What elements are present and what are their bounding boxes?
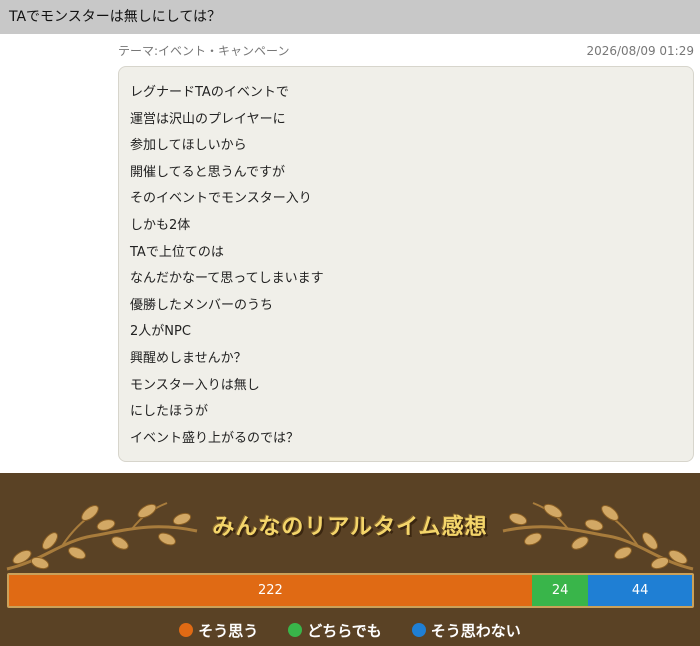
vote-bar-disagree: 44 — [588, 575, 692, 606]
post-line: しかも2体 — [130, 217, 191, 233]
vote-legend: そう思う どちらでも そう思わない — [0, 619, 700, 641]
vote-title: みんなのリアルタイム感想 — [212, 515, 488, 540]
vote-option-disagree[interactable]: そう思わない — [411, 619, 521, 641]
vote-panel: みんなのリアルタイム感想 222 24 44 そう思う どちらでも そう思わない — [0, 473, 700, 646]
post-body: レグナードTAのイベントで 運営は沢山のプレイヤーに 参加してほしいから 開催し… — [118, 66, 694, 462]
thread-title: TAでモンスターは無しにしては？ — [9, 9, 222, 25]
vote-count-disagree: 44 — [631, 583, 649, 598]
vote-result-bar: 222 24 44 — [7, 573, 694, 608]
thread-title-bar: TAでモンスターは無しにしては？ — [0, 0, 700, 34]
blue-dot-icon — [411, 623, 426, 637]
post-theme: テーマ:イベント・キャンペーン — [118, 44, 290, 58]
post-meta: テーマ:イベント・キャンペーン 2026/08/09 01:29 — [118, 42, 694, 60]
post-line: にしたほうが — [130, 404, 209, 420]
vote-option-neutral[interactable]: どちらでも — [288, 619, 382, 641]
post-line: 2人がNPC — [130, 324, 191, 340]
post-date: 2026/08/09 01:29 — [586, 44, 694, 58]
post-line: TAで上位てのは — [130, 244, 224, 260]
post-line: 開催してると思うんですが — [130, 164, 285, 180]
vote-option-label: そう思う — [198, 621, 259, 640]
post-line: 運営は沢山のプレイヤーに — [130, 111, 286, 127]
post-line: モンスター入りは無し — [130, 377, 260, 393]
post-line: なんだかなーて思ってしまいます — [130, 271, 324, 287]
vote-option-label: そう思わない — [430, 621, 521, 640]
post-line: レグナードTAのイベントで — [130, 85, 289, 100]
orange-dot-icon — [179, 623, 194, 637]
vote-option-agree[interactable]: そう思う — [179, 619, 258, 641]
post-line: そのイベントでモンスター入り — [130, 191, 312, 207]
green-dot-icon — [288, 623, 303, 637]
post-line: イベント盛り上がるのでは？ — [130, 430, 300, 446]
vote-count-agree: 222 — [258, 583, 283, 598]
vote-option-label: どちらでも — [307, 621, 382, 640]
post-line: 参加してほしいから — [130, 138, 247, 154]
vote-bar-agree: 222 — [9, 575, 532, 606]
vote-count-neutral: 24 — [551, 583, 569, 598]
vote-bar-neutral: 24 — [531, 575, 589, 606]
post-line: 興醒めしませんか？ — [130, 350, 247, 366]
post-line: 優勝したメンバーのうち — [130, 297, 274, 313]
